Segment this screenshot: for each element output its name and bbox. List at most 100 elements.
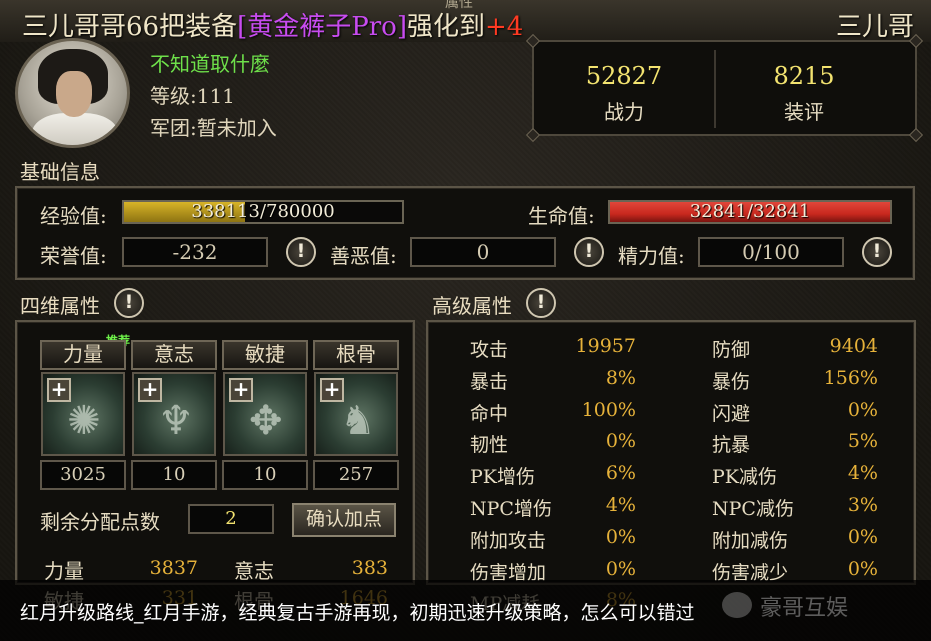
remaining-points-value: 2 (188, 504, 274, 534)
add-point-button[interactable]: + (47, 378, 71, 402)
remaining-points-label: 剩余分配点数 (40, 510, 160, 534)
will-rune-icon: ♆ + (132, 372, 216, 456)
will-rune-glyph: ♆ (158, 398, 194, 444)
basic-info-title: 基础信息 (20, 160, 100, 184)
add-point-button[interactable]: + (229, 378, 253, 402)
combat-power-label: 战力 (604, 100, 644, 124)
broadcast-item: [黄金裤子Pro] (237, 12, 407, 42)
honor-value: -232 (122, 237, 268, 267)
advanced-stat-value: 5% (847, 430, 878, 453)
advanced-stat-value: 8% (605, 366, 636, 389)
advanced-stat-label: 韧性 (470, 434, 509, 457)
broadcast-repeat: 三儿哥 (836, 12, 915, 42)
stat-value-strength: 3025 (40, 460, 126, 490)
advanced-stat-label: 暴击 (470, 370, 509, 393)
hp-bar: 32841/32841 (608, 200, 892, 224)
energy-label: 精力值: (618, 244, 685, 268)
broadcast-player: 三儿哥哥66 (22, 12, 160, 42)
stat-tab-strength: 力量 (40, 340, 126, 370)
advanced-stat-label: PK减伤 (712, 466, 777, 489)
corner-ornament (908, 127, 924, 143)
exp-label: 经验值: (40, 204, 107, 228)
advanced-attributes-info-icon[interactable]: ! (526, 288, 556, 318)
broadcast-level: +4 (485, 12, 524, 42)
honor-label: 荣誉值: (40, 244, 107, 268)
exp-bar: 338113/780000 (122, 200, 404, 224)
advanced-stat-value: 19957 (575, 335, 636, 357)
stat-value-will: 10 (131, 460, 217, 490)
advanced-stat-label: 附加减伤 (712, 529, 789, 552)
stat-tab-agility: 敏捷 (222, 340, 308, 370)
article-caption: 红月升级路线_红月手游，经典复古手游再现，初期迅速升级策略，怎么可以错过 (20, 602, 695, 624)
add-point-button[interactable]: + (320, 378, 344, 402)
power-panel: 52827 战力 8215 装评 (525, 33, 924, 143)
advanced-stat-label: 攻击 (470, 339, 509, 361)
strength-rune-glyph: ✺ (67, 398, 101, 444)
avatar-face (56, 71, 92, 117)
agility-rune-icon: ✥ + (223, 372, 307, 456)
character-avatar[interactable] (15, 38, 130, 148)
advanced-stat-label: 防御 (712, 339, 751, 361)
power-divider (714, 50, 716, 128)
broadcast-tail: 强化到 (406, 12, 485, 42)
hp-label: 生命值: (528, 204, 595, 228)
add-point-button[interactable]: + (138, 378, 162, 402)
karma-label: 善恶值: (330, 244, 397, 268)
stat-tab-constitution: 根骨 (313, 340, 399, 370)
broadcast-verb: 把装备 (159, 12, 238, 42)
character-nickname: 不知道取什麼 (150, 52, 270, 76)
avatar-robe (32, 113, 118, 145)
advanced-stat-label: 闪避 (712, 402, 751, 425)
advanced-stat-value: 100% (581, 398, 636, 421)
advanced-stat-value: 0% (605, 525, 636, 548)
four-attributes-title: 四维属性 (20, 294, 100, 318)
confirm-allocation-button[interactable]: 确认加点 (292, 503, 396, 537)
karma-info-icon[interactable]: ! (574, 237, 604, 267)
advanced-stat-value: 0% (847, 525, 878, 548)
exp-bar-text: 338113/780000 (191, 201, 335, 222)
summary-value: 383 (351, 557, 388, 579)
advanced-stat-label: 附加攻击 (470, 529, 547, 552)
advanced-stat-value: 0% (605, 430, 636, 453)
corner-ornament (525, 127, 541, 143)
energy-info-icon[interactable]: ! (862, 237, 892, 267)
advanced-stat-value: 4% (847, 462, 878, 485)
advanced-stat-value: 4% (605, 494, 636, 516)
summary-value: 3837 (149, 557, 198, 579)
advanced-stat-label: PK增伤 (470, 466, 535, 489)
advanced-stat-label: NPC减伤 (712, 498, 794, 520)
honor-info-icon[interactable]: ! (286, 237, 316, 267)
character-level: 等级:111 (150, 84, 235, 108)
advanced-stat-label: 抗暴 (712, 434, 751, 457)
system-broadcast: 三儿哥哥66把装备[黄金裤子Pro]强化到+4 (22, 6, 523, 43)
stat-tab-will: 意志 (131, 340, 217, 370)
advanced-stat-value: 156% (823, 366, 878, 389)
combat-power-value: 52827 (585, 62, 663, 90)
four-attributes-info-icon[interactable]: ! (114, 288, 144, 318)
constitution-rune-icon: ♞ + (314, 372, 398, 456)
stat-value-constitution: 257 (313, 460, 399, 490)
constitution-rune-glyph: ♞ (340, 398, 376, 444)
hp-bar-text: 32841/32841 (689, 201, 811, 222)
agility-rune-glyph: ✥ (249, 398, 283, 444)
advanced-stat-value: 3% (847, 494, 878, 516)
advanced-stat-label: 暴伤 (712, 370, 751, 393)
advanced-stat-value: 9404 (829, 335, 878, 357)
karma-value: 0 (410, 237, 556, 267)
gear-score-label: 装评 (784, 100, 824, 124)
character-guild: 军团:暂未加入 (150, 116, 277, 140)
advanced-attributes-title: 高级属性 (432, 294, 512, 318)
advanced-stat-label: 命中 (470, 402, 509, 425)
advanced-stat-value: 6% (605, 462, 636, 485)
advanced-stat-value: 0% (605, 557, 636, 580)
gear-score-value: 8215 (773, 62, 835, 90)
advanced-stat-value: 0% (847, 557, 878, 580)
stat-value-agility: 10 (222, 460, 308, 490)
strength-rune-icon: ✺ + (41, 372, 125, 456)
watermark-brand: 豪哥互娱 (760, 596, 849, 621)
wechat-icon (722, 592, 752, 618)
advanced-stat-label: NPC增伤 (470, 498, 552, 520)
character-attribute-screen: 属性 三儿哥哥66把装备[黄金裤子Pro]强化到+4 三儿哥 不知道取什麼 等级… (0, 0, 931, 641)
energy-value: 0/100 (698, 237, 844, 267)
advanced-stat-value: 0% (847, 398, 878, 421)
